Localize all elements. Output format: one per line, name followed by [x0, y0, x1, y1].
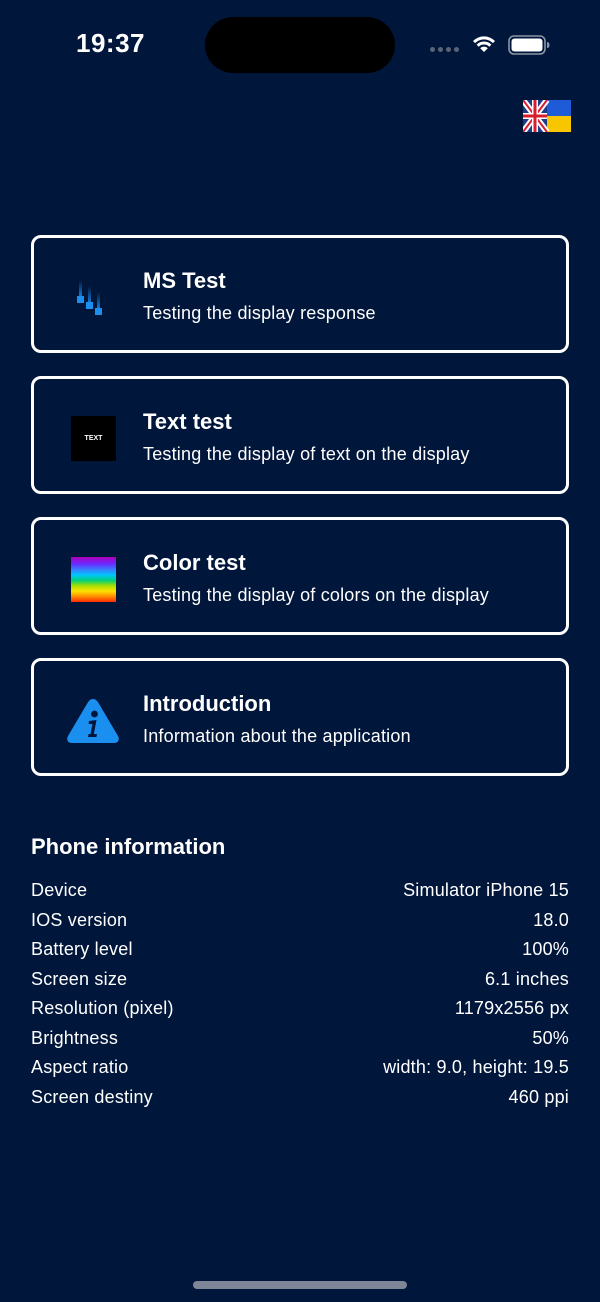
status-time: 19:37 [76, 28, 145, 58]
card-title: Text test [143, 409, 232, 434]
card-subtitle: Testing the display of text on the displ… [143, 444, 470, 464]
info-row-battery-level: Battery level 100% [31, 935, 569, 965]
info-label: Resolution (pixel) [31, 998, 174, 1018]
rainbow-icon [71, 557, 116, 602]
info-value: 100% [522, 939, 569, 959]
info-row-resolution: Resolution (pixel) 1179x2556 px [31, 994, 569, 1024]
color-test-card[interactable]: Color test Testing the display of colors… [31, 517, 569, 635]
card-title: MS Test [143, 268, 226, 293]
section-heading: Phone information [31, 834, 226, 859]
home-indicator[interactable] [193, 1281, 407, 1289]
info-label: Battery level [31, 939, 133, 959]
phone-information-section: Phone information Device Simulator iPhon… [31, 832, 569, 1112]
info-row-brightness: Brightness 50% [31, 1024, 569, 1054]
info-value: 1179x2556 px [454, 998, 569, 1018]
info-row-aspect-ratio: Aspect ratio width: 9.0, height: 19.5 [31, 1053, 569, 1083]
signal-dots-icon [430, 47, 459, 52]
info-label: Screen destiny [31, 1086, 153, 1107]
info-label: IOS version [31, 909, 128, 930]
introduction-card[interactable]: Introduction Information about the appli… [31, 658, 569, 776]
info-value: 460 ppi [508, 1086, 569, 1107]
info-label: Brightness [31, 1027, 119, 1048]
card-subtitle: Information about the application [143, 726, 411, 746]
wifi-icon [473, 36, 495, 52]
info-warning-icon [67, 699, 119, 743]
dynamic-island [205, 17, 395, 73]
text-icon: TEXT [71, 416, 116, 461]
info-row-device: Device Simulator iPhone 15 [31, 876, 569, 906]
text-test-card[interactable]: TEXT Text test Testing the display of te… [31, 376, 569, 494]
ms-bars-icon [77, 280, 102, 315]
status-bar: 19:37 [0, 0, 600, 90]
card-title: Color test [143, 550, 246, 575]
info-row-ios-version: IOS version 18.0 [31, 906, 569, 936]
info-label: Device [31, 880, 88, 900]
card-title: Introduction [143, 691, 272, 716]
battery-full-icon [508, 35, 550, 55]
card-subtitle: Testing the display of colors on the dis… [143, 585, 489, 605]
info-row-screen-size: Screen size 6.1 inches [31, 965, 569, 995]
info-row-screen-density: Screen destiny 460 ppi [31, 1083, 569, 1113]
info-label: Aspect ratio [31, 1057, 129, 1077]
card-subtitle: Testing the display response [143, 303, 376, 323]
info-value: 50% [532, 1027, 569, 1048]
info-value: Simulator iPhone 15 [403, 880, 569, 900]
info-value: width: 9.0, height: 19.5 [383, 1057, 569, 1077]
ms-test-card[interactable]: MS Test Testing the display response [31, 235, 569, 353]
info-value: 6.1 inches [484, 968, 569, 989]
info-label: Screen size [31, 968, 128, 989]
info-value: 18.0 [533, 909, 569, 930]
test-menu: MS Test Testing the display response TEX… [31, 235, 569, 799]
language-flag-icon[interactable] [523, 100, 571, 132]
